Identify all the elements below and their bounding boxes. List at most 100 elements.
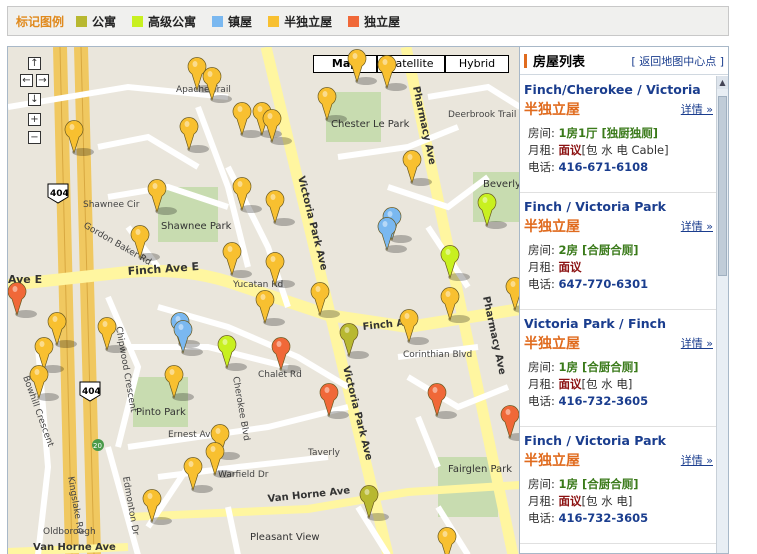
map-marker-pin[interactable] [222, 242, 252, 278]
listing-card: Finch / Victoria Park 半独立屋 详情 » 房间: 1房 [合… [520, 427, 717, 544]
map-marker-pin[interactable] [265, 190, 295, 226]
map-marker-pin[interactable] [232, 102, 262, 138]
pan-right-button[interactable]: → [36, 74, 49, 87]
street-label: Taverly [307, 448, 341, 458]
map-marker-pin[interactable] [271, 337, 301, 373]
sidebar-title: 房屋列表 [533, 55, 586, 70]
listing-sidebar: 房屋列表 [ 返回地图中心点 ] Finch/Cherokee / Victor… [519, 46, 729, 554]
map-marker-pin[interactable] [265, 252, 295, 288]
map-marker-pin[interactable] [232, 177, 262, 213]
listing-rent-extra: [包 水 电 Cable] [581, 143, 669, 157]
listing-rent: 面议 [558, 143, 582, 157]
sidebar-scrollbar[interactable]: ▲ [716, 76, 728, 553]
listing-list: Finch/Cherokee / Victoria 半独立屋 详情 » 房间: 1… [520, 76, 717, 553]
map-marker-pin[interactable] [255, 290, 285, 326]
map-marker-pin[interactable] [440, 245, 470, 281]
legend-item-townhouse: 镇屋 [212, 13, 252, 30]
scroll-up-icon[interactable]: ▲ [717, 76, 728, 89]
map-marker-pin[interactable] [164, 365, 194, 401]
legend-swatch [212, 15, 224, 27]
map-marker-pin[interactable] [437, 527, 457, 554]
listing-type: 半独立屋 [524, 219, 580, 235]
map-marker-pin[interactable] [179, 117, 209, 153]
listing-rent: 面议 [558, 260, 582, 274]
map-marker-pin[interactable] [310, 282, 340, 318]
street-label: Deerbrook Trail [448, 110, 516, 120]
map-marker-pin[interactable] [440, 287, 470, 323]
zoom-out-button[interactable]: − [28, 131, 41, 144]
map-marker-pin[interactable] [427, 383, 457, 419]
scroll-thumb[interactable] [718, 96, 727, 276]
listing-rent: 面议 [558, 494, 582, 508]
details-link[interactable]: 详情 » [681, 101, 713, 117]
map-marker-pin[interactable] [477, 193, 507, 229]
legend-swatch [268, 15, 280, 27]
listing-phone: 416-671-6108 [558, 160, 649, 174]
map-marker-pin[interactable] [505, 277, 519, 313]
details-link[interactable]: 详情 » [681, 335, 713, 351]
map-marker-pin[interactable] [64, 120, 94, 156]
listing-location[interactable]: Victoria Park / Finch [524, 316, 713, 331]
map-marker-pin[interactable] [319, 383, 349, 419]
zoom-in-button[interactable]: + [28, 113, 41, 126]
place-label-pleasant-view: Pleasant View [250, 532, 320, 543]
listing-details: 房间: 1房1厅 [独厨独厕] 月租: 面议[包 水 电 Cable] 电话: … [528, 126, 669, 174]
map-marker-pin[interactable] [142, 489, 172, 525]
listing-rent-extra: [包 水 电] [581, 494, 633, 508]
legend-swatch [348, 15, 360, 27]
map-marker-pin[interactable] [183, 457, 213, 493]
listing-details: 房间: 1房 [合厨合厕] 月租: 面议[包 水 电] 电话: 416-732-… [528, 360, 649, 408]
legend-item-apartment: 公寓 [76, 13, 116, 30]
legend-title: 标记图例 [16, 14, 65, 29]
header-accent [524, 53, 527, 68]
park-label-fairglen: Fairglen Park [448, 464, 512, 475]
back-to-center-link[interactable]: [ 返回地图中心点 ] [631, 53, 724, 69]
map-marker-pin[interactable] [500, 405, 519, 441]
listing-type: 半独立屋 [524, 336, 580, 352]
map-marker-pin[interactable] [377, 55, 407, 91]
svg-text:404: 404 [82, 387, 101, 397]
legend-item-semi-detached: 半独立屋 [268, 13, 332, 30]
map-marker-pin[interactable] [173, 320, 203, 356]
map-marker-pin[interactable] [399, 309, 429, 345]
map-marker-pin[interactable] [29, 365, 59, 401]
map-marker-pin[interactable] [377, 217, 407, 253]
map-marker-pin[interactable] [402, 150, 432, 186]
listing-rooms: 1房 [合厨合厕] [558, 360, 639, 374]
pan-down-button[interactable]: ↓ [28, 93, 41, 106]
map-marker-pin[interactable] [202, 67, 232, 103]
map-marker-pin[interactable] [217, 335, 247, 371]
listing-rooms: 1房 [合厨合厕] [558, 477, 639, 491]
legend-item-condo: 高级公寓 [132, 13, 196, 30]
map-marker-pin[interactable] [130, 225, 160, 261]
map-view[interactable]: Victoria Park Ave Victoria Park Ave Phar… [7, 46, 519, 554]
highway-shield-20: 20 [92, 439, 104, 451]
details-link[interactable]: 详情 » [681, 218, 713, 234]
listing-details: 房间: 1房 [合厨合厕] 月租: 面议[包 水 电] 电话: 416-732-… [528, 477, 649, 525]
map-marker-pin[interactable] [347, 49, 377, 85]
map-marker-pin[interactable] [317, 87, 347, 123]
pan-left-button[interactable]: ← [20, 74, 33, 87]
road-label-van-horne-2: Van Horne Ave [33, 542, 116, 553]
map-marker-pin[interactable] [147, 179, 177, 215]
listing-location[interactable]: Finch / Victoria Park [524, 199, 713, 214]
map-marker-pin[interactable] [339, 323, 369, 359]
map-marker-pin[interactable] [359, 485, 389, 521]
pan-up-button[interactable]: ↑ [28, 57, 41, 70]
listing-card: Finch / Victoria Park 半独立屋 详情 » 房间: 2房 [合… [520, 193, 717, 310]
place-label-beverly: Beverly [483, 179, 519, 190]
street-label: Ernest Ave [168, 430, 217, 440]
map-type-hybrid-button[interactable]: Hybrid [445, 55, 509, 73]
listing-rent: 面议 [558, 377, 582, 391]
map-marker-pin[interactable] [262, 109, 292, 145]
listing-location[interactable]: Finch / Victoria Park [524, 433, 713, 448]
map-marker-pin[interactable] [97, 317, 127, 353]
listing-type: 半独立屋 [524, 453, 580, 469]
svg-text:404: 404 [50, 189, 69, 199]
listing-type: 半独立屋 [524, 102, 580, 118]
details-link[interactable]: 详情 » [681, 452, 713, 468]
map-marker-pin[interactable] [8, 282, 37, 318]
listing-rooms: 1房1厅 [独厨独厕] [558, 126, 659, 140]
listing-location[interactable]: Finch/Cherokee / Victoria [524, 82, 713, 97]
listing-card: Finch/Cherokee / Victoria 半独立屋 详情 » 房间: 1… [520, 76, 717, 193]
